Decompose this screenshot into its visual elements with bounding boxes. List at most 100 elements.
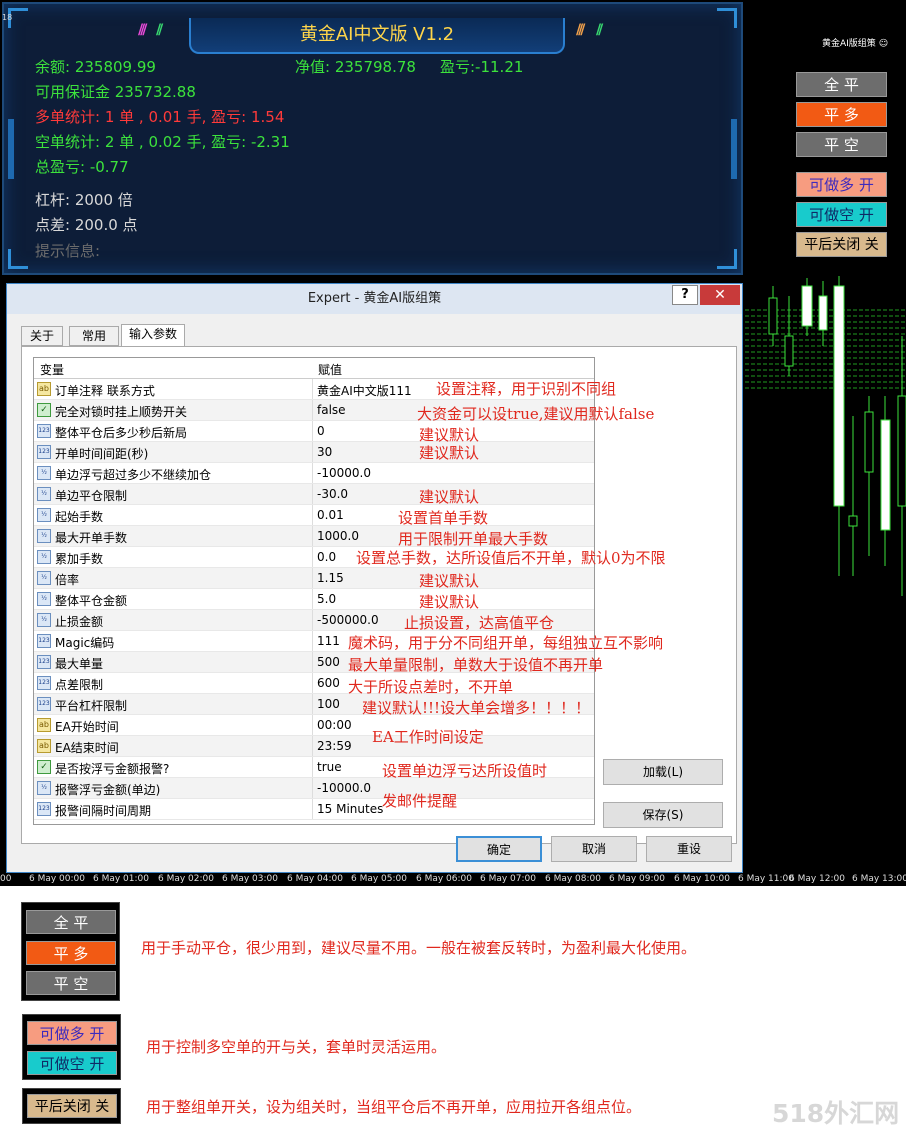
annotation-note: 建议默认!!!设大单会增多！！！！ — [362, 699, 591, 717]
short-stats-text: 空单统计: 2 单 , 0.02 手, 盈亏: -2.31 — [35, 133, 290, 151]
column-divider — [312, 442, 313, 462]
parameter-value[interactable]: 23:59 — [317, 739, 352, 753]
parameter-row[interactable]: ½ 整体平仓金额 5.0 — [34, 589, 594, 610]
parameter-name: 倍率 — [55, 573, 80, 587]
annotation-note: EA工作时间设定 — [372, 728, 484, 746]
column-value: 赋值 — [318, 363, 343, 377]
column-divider — [312, 484, 313, 504]
annotation-note: 设置首单手数 — [398, 509, 489, 527]
parameter-value[interactable]: -500000.0 — [317, 613, 379, 627]
parameter-row[interactable]: ½ 起始手数 0.01 — [34, 505, 594, 526]
cancel-button[interactable]: 取消 — [551, 836, 637, 862]
column-divider — [312, 526, 313, 546]
parameter-value[interactable]: 111 — [317, 634, 340, 648]
parameter-row[interactable]: 123 报警间隔时间周期 15 Minutes — [34, 799, 594, 820]
parameter-name: 开单时间间距(秒) — [55, 447, 149, 461]
allow-long-toggle[interactable]: 可做多 开 — [796, 172, 887, 197]
parameter-value[interactable]: 500 — [317, 655, 340, 669]
parameter-row[interactable]: ½ 倍率 1.15 — [34, 568, 594, 589]
parameter-row[interactable]: ½ 报警浮亏金额(单边) -10000.0 — [34, 778, 594, 799]
tab-common[interactable]: 常用 — [69, 326, 119, 346]
tab-inputs[interactable]: 输入参数 — [121, 324, 185, 347]
parameter-row[interactable]: 123 开单时间间距(秒) 30 — [34, 442, 594, 463]
parameter-row[interactable]: ½ 单边浮亏超过多少不继续加仓 -10000.0 — [34, 463, 594, 484]
parameter-name: 是否按浮亏金额报警? — [55, 762, 170, 776]
parameter-value[interactable]: 15 Minutes — [317, 802, 383, 816]
close-long-button[interactable]: 平 多 — [796, 102, 887, 127]
leverage-text: 杠杆: 2000 倍 — [35, 191, 133, 209]
parameter-value[interactable]: 00:00 — [317, 718, 352, 732]
legend-allow-long: 可做多 开 — [27, 1021, 117, 1045]
annotation-note: 大资金可以设true,建议用默认false — [417, 405, 655, 423]
parameter-value[interactable]: -10000.0 — [317, 781, 371, 795]
save-button[interactable]: 保存(S) — [603, 802, 723, 828]
allow-short-toggle[interactable]: 可做空 开 — [796, 202, 887, 227]
parameter-name: 平台杠杆限制 — [55, 699, 128, 713]
integer-type-icon: 123 — [37, 697, 51, 711]
column-divider — [312, 715, 313, 735]
annotation-note: 最大单量限制，单数大于设值不再开单 — [348, 656, 604, 674]
load-button[interactable]: 加载(L) — [603, 759, 723, 785]
annotation-note: 建议默认 — [419, 572, 480, 590]
column-divider — [312, 589, 313, 609]
help-button[interactable]: ? — [672, 285, 698, 305]
parameter-value[interactable]: 黄金AI中文版111 — [317, 382, 412, 399]
legend-close-after-box: 平后关闭 关 — [22, 1088, 121, 1124]
balance-text: 余额: 235809.99 — [35, 58, 156, 76]
close-button[interactable]: ✕ — [700, 285, 740, 305]
parameter-value[interactable]: 0.01 — [317, 508, 344, 522]
legend-close-all: 全 平 — [26, 910, 116, 934]
column-divider — [312, 694, 313, 714]
column-divider — [312, 547, 313, 567]
ea-mini-title: 黄金AI版组策 ☺ — [822, 36, 888, 49]
close-all-button[interactable]: 全 平 — [796, 72, 887, 97]
time-axis-label: 6 May 00:00 — [29, 874, 85, 884]
parameter-row[interactable]: 123 整体平仓后多少秒后新局 0 — [34, 421, 594, 442]
annotation-note: 设置注释，用于识别不同组 — [436, 380, 617, 398]
legend-close-buttons: 全 平 平 多 平 空 — [21, 902, 120, 1001]
parameter-value[interactable]: -10000.0 — [317, 466, 371, 480]
parameter-value[interactable]: false — [317, 403, 346, 417]
parameter-row[interactable]: ½ 单边平仓限制 -30.0 — [34, 484, 594, 505]
parameter-value[interactable]: 0 — [317, 424, 325, 438]
string-type-icon: ab — [37, 718, 51, 732]
candlestick-chart — [745, 276, 906, 596]
parameter-name: EA结束时间 — [55, 741, 119, 755]
close-after-toggle[interactable]: 平后关闭 关 — [796, 232, 887, 257]
smiley-icon: ☺ — [878, 39, 889, 49]
integer-type-icon: 123 — [37, 802, 51, 816]
parameter-value[interactable]: 600 — [317, 676, 340, 690]
legend-close-after: 平后关闭 关 — [27, 1094, 117, 1118]
legend-allow-short: 可做空 开 — [27, 1051, 117, 1075]
reset-button[interactable]: 重设 — [646, 836, 732, 862]
string-type-icon: ab — [37, 739, 51, 753]
column-divider — [312, 778, 313, 798]
legend-allow-buttons: 可做多 开 可做空 开 — [22, 1014, 121, 1080]
parameter-value[interactable]: 30 — [317, 445, 332, 459]
parameter-value[interactable]: 0.0 — [317, 550, 336, 564]
column-variable: 变量 — [40, 363, 65, 377]
parameter-name: 起始手数 — [55, 510, 104, 524]
ok-button[interactable]: 确定 — [456, 836, 542, 862]
close-short-button[interactable]: 平 空 — [796, 132, 887, 157]
double-type-icon: ½ — [37, 529, 51, 543]
time-axis: 00 6 May 00:00 6 May 01:00 6 May 02:00 6 May… — [0, 873, 906, 886]
parameter-name: 报警间隔时间周期 — [55, 804, 152, 818]
parameter-name: EA开始时间 — [55, 720, 119, 734]
annotation-note: 建议默认 — [419, 444, 480, 462]
parameter-value[interactable]: 5.0 — [317, 592, 336, 606]
column-divider — [312, 379, 313, 399]
parameter-value[interactable]: -30.0 — [317, 487, 348, 501]
message-text: 提示信息: — [35, 242, 101, 260]
parameter-row[interactable]: ab EA结束时间 23:59 — [34, 736, 594, 757]
column-divider — [312, 610, 313, 630]
parameter-value[interactable]: 100 — [317, 697, 340, 711]
parameter-value[interactable]: 1.15 — [317, 571, 344, 585]
parameter-value[interactable]: 1000.0 — [317, 529, 359, 543]
integer-type-icon: 123 — [37, 655, 51, 669]
tab-about[interactable]: 关于 — [21, 326, 63, 346]
parameter-row[interactable]: ab EA开始时间 00:00 — [34, 715, 594, 736]
parameter-value[interactable]: true — [317, 760, 342, 774]
integer-type-icon: 123 — [37, 676, 51, 690]
column-divider — [312, 631, 313, 651]
